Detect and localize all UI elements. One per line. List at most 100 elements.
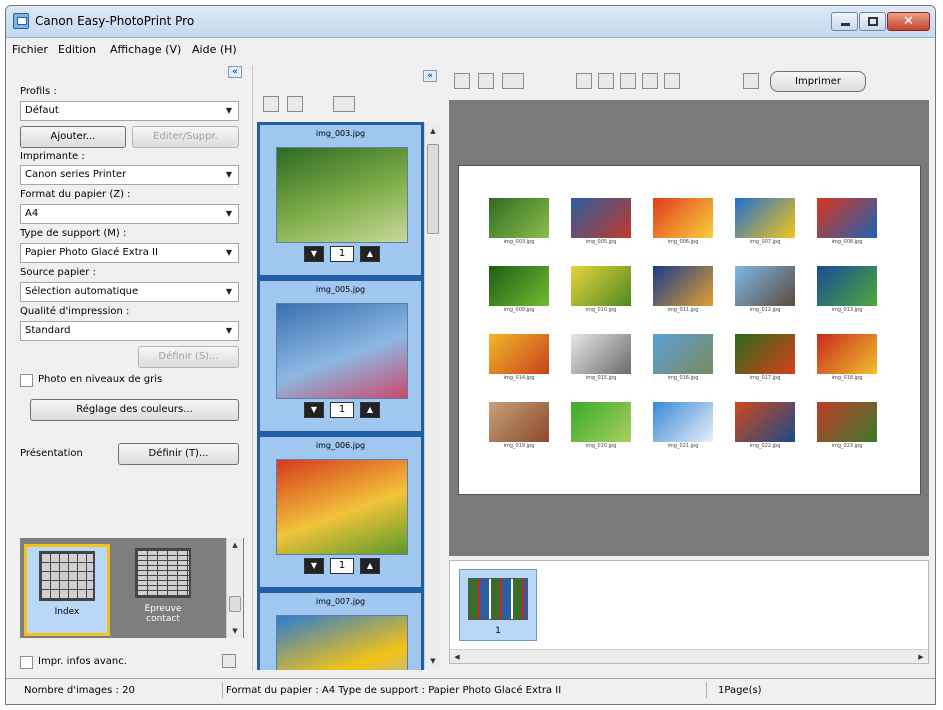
preview-photo-image bbox=[571, 334, 631, 374]
preview-photo[interactable]: img_014.jpg bbox=[489, 334, 549, 382]
copies-stepper[interactable]: ▼ 1 ▲ bbox=[304, 246, 380, 264]
preview-photo[interactable]: img_006.jpg bbox=[653, 198, 713, 246]
thumbnail-scrollbar[interactable]: ▲ ▼ bbox=[424, 122, 441, 670]
preview-photo[interactable]: img_015.jpg bbox=[571, 334, 631, 382]
printer-settings-icon[interactable] bbox=[743, 73, 759, 89]
layout-order-icon[interactable] bbox=[502, 73, 524, 89]
scroll-up-icon[interactable]: ▲ bbox=[227, 538, 243, 552]
menu-fichier[interactable]: Fichier bbox=[12, 43, 48, 56]
imprimer-button[interactable]: Imprimer bbox=[770, 71, 866, 92]
settings-panel: « Profils : Défaut ▼ Ajouter... Editer/Su… bbox=[14, 66, 244, 670]
decrease-copies-button[interactable]: ▼ bbox=[304, 402, 324, 418]
scroll-down-icon[interactable]: ▼ bbox=[425, 654, 441, 668]
layout-option-epreuve[interactable]: Epreuve contact bbox=[120, 544, 206, 636]
increase-copies-button[interactable]: ▲ bbox=[360, 246, 380, 262]
maximize-button[interactable] bbox=[859, 12, 886, 31]
preview-photo-caption: img_012.jpg bbox=[749, 307, 781, 313]
preview-photo[interactable]: img_013.jpg bbox=[817, 266, 877, 314]
thumbnail-item[interactable]: img_006.jpg ▼ 1 ▲ bbox=[259, 436, 422, 588]
imprimante-label: Imprimante : bbox=[20, 151, 85, 162]
source-select[interactable]: Sélection automatique ▼ bbox=[20, 282, 239, 302]
pages-scrollbar[interactable]: ◀ ▶ bbox=[450, 649, 928, 663]
definir-s-button[interactable]: Définir (S)... bbox=[138, 346, 239, 368]
preview-photo[interactable]: img_012.jpg bbox=[735, 266, 795, 314]
scroll-down-icon[interactable]: ▼ bbox=[227, 624, 243, 638]
chevron-down-icon: ▼ bbox=[225, 106, 233, 115]
status-bar: Nombre d'images : 20 Format du papier : … bbox=[6, 678, 935, 700]
scroll-up-icon[interactable]: ▲ bbox=[425, 124, 441, 138]
preview-photo[interactable]: img_007.jpg bbox=[735, 198, 795, 246]
close-button[interactable]: ✕ bbox=[887, 12, 930, 31]
definir-t-button[interactable]: Définir (T)... bbox=[118, 443, 239, 465]
preview-photo[interactable]: img_019.jpg bbox=[489, 402, 549, 450]
preview-photo[interactable]: img_020.jpg bbox=[571, 402, 631, 450]
scroll-thumb[interactable] bbox=[427, 144, 439, 234]
minimize-button[interactable] bbox=[831, 12, 858, 31]
copies-stepper[interactable]: ▼ 1 ▲ bbox=[304, 558, 380, 576]
preview-photo[interactable]: img_021.jpg bbox=[653, 402, 713, 450]
copies-value[interactable]: 1 bbox=[330, 402, 354, 418]
decrease-copies-button[interactable]: ▼ bbox=[304, 558, 324, 574]
decrease-copies-button[interactable]: ▼ bbox=[304, 246, 324, 262]
increase-copies-button[interactable]: ▲ bbox=[360, 402, 380, 418]
image-icon[interactable] bbox=[620, 73, 636, 89]
info-settings-icon[interactable] bbox=[222, 654, 236, 668]
ajouter-button[interactable]: Ajouter... bbox=[20, 126, 126, 148]
preview-photo[interactable]: img_022.jpg bbox=[735, 402, 795, 450]
copy-icon[interactable] bbox=[576, 73, 592, 89]
thumbnail-item[interactable]: img_003.jpg ▼ 1 ▲ bbox=[259, 124, 422, 276]
trim-icon[interactable] bbox=[664, 73, 680, 89]
imprimante-select[interactable]: Canon series Printer ▼ bbox=[20, 165, 239, 185]
preview-photo-caption: img_005.jpg bbox=[585, 239, 617, 245]
menu-affichage[interactable]: Affichage (V) bbox=[110, 43, 181, 56]
collapse-left-icon[interactable]: « bbox=[228, 66, 242, 78]
paste-icon[interactable] bbox=[598, 73, 614, 89]
scroll-right-icon[interactable]: ▶ bbox=[914, 650, 928, 664]
menu-aide[interactable]: Aide (H) bbox=[192, 43, 237, 56]
support-select[interactable]: Papier Photo Glacé Extra II ▼ bbox=[20, 243, 239, 263]
layout-option-index[interactable]: Index bbox=[24, 544, 110, 636]
preview-photo[interactable]: img_023.jpg bbox=[817, 402, 877, 450]
preview-photo-image bbox=[653, 334, 713, 374]
preview-photo-caption: img_008.jpg bbox=[831, 239, 863, 245]
couleurs-button[interactable]: Réglage des couleurs... bbox=[30, 399, 239, 421]
preview-photo[interactable]: img_008.jpg bbox=[817, 198, 877, 246]
preview-photo[interactable]: img_003.jpg bbox=[489, 198, 549, 246]
scroll-left-icon[interactable]: ◀ bbox=[450, 650, 464, 664]
scroll-thumb[interactable] bbox=[229, 596, 241, 612]
rotate-right-icon[interactable] bbox=[478, 73, 494, 89]
page-thumbnail[interactable]: 1 bbox=[459, 569, 537, 641]
format-select[interactable]: A4 ▼ bbox=[20, 204, 239, 224]
thumbnail-item[interactable]: img_007.jpg bbox=[259, 592, 422, 670]
preview-photo[interactable]: img_017.jpg bbox=[735, 334, 795, 382]
edit-icon[interactable] bbox=[642, 73, 658, 89]
preview-photo[interactable]: img_018.jpg bbox=[817, 334, 877, 382]
copies-stepper[interactable]: ▼ 1 ▲ bbox=[304, 402, 380, 420]
thumbnail-image bbox=[276, 615, 408, 670]
deselect-icon[interactable] bbox=[287, 96, 303, 112]
preview-photo[interactable]: img_011.jpg bbox=[653, 266, 713, 314]
preview-photo[interactable]: img_010.jpg bbox=[571, 266, 631, 314]
copies-value[interactable]: 1 bbox=[330, 246, 354, 262]
preview-photo-caption: img_022.jpg bbox=[749, 443, 781, 449]
gris-checkbox[interactable] bbox=[20, 374, 33, 387]
qualite-select[interactable]: Standard ▼ bbox=[20, 321, 239, 341]
menu-edition[interactable]: Edition bbox=[58, 43, 96, 56]
thumbnail-item[interactable]: img_005.jpg ▼ 1 ▲ bbox=[259, 280, 422, 432]
view-options-icon[interactable] bbox=[333, 96, 355, 112]
select-all-icon[interactable] bbox=[263, 96, 279, 112]
rotate-left-icon[interactable] bbox=[454, 73, 470, 89]
increase-copies-button[interactable]: ▲ bbox=[360, 558, 380, 574]
layout-scrollbar[interactable]: ▲ ▼ bbox=[226, 538, 243, 638]
preview-photo[interactable]: img_009.jpg bbox=[489, 266, 549, 314]
collapse-middle-icon[interactable]: « bbox=[423, 70, 437, 82]
profils-select[interactable]: Défaut ▼ bbox=[20, 101, 239, 121]
infos-checkbox[interactable] bbox=[20, 656, 33, 669]
preview-photo[interactable]: img_016.jpg bbox=[653, 334, 713, 382]
preview-photo-caption: img_016.jpg bbox=[667, 375, 699, 381]
editer-button[interactable]: Editer/Suppr. bbox=[132, 126, 239, 148]
preview-photo[interactable]: img_005.jpg bbox=[571, 198, 631, 246]
thumbnail-filename: img_006.jpg bbox=[315, 441, 366, 450]
preview-photo-caption: img_019.jpg bbox=[503, 443, 535, 449]
copies-value[interactable]: 1 bbox=[330, 558, 354, 574]
